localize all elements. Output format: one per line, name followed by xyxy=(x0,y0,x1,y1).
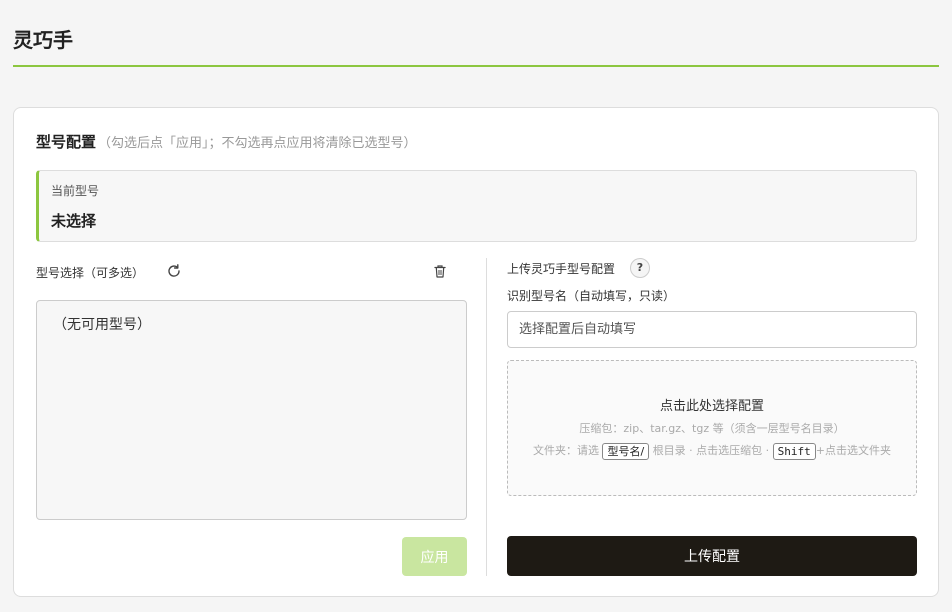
model-select-panel: 型号选择（可多选） （无可用型号） 应用 xyxy=(36,258,467,578)
dropzone-formats: 压缩包：zip、tar.gz、tgz 等（须含一层型号名目录） xyxy=(579,422,845,435)
upload-config-button[interactable]: 上传配置 xyxy=(507,536,917,576)
help-icon[interactable]: ? xyxy=(630,258,650,278)
dropzone-title: 点击此处选择配置 xyxy=(659,399,764,414)
trash-icon[interactable] xyxy=(432,263,448,279)
upload-panel: 上传灵巧手型号配置 ? 识别型号名（自动填写，只读） 点击此处选择配置 压缩包：… xyxy=(507,258,917,578)
section-title-text: 型号配置 xyxy=(36,133,97,151)
section-title: 型号配置 （勾选后点「应用」；不勾选再点应用将清除已选型号） xyxy=(36,131,417,152)
current-model-label: 当前型号 xyxy=(51,184,100,198)
current-model-value: 未选择 xyxy=(51,212,97,230)
model-name-input[interactable] xyxy=(507,311,917,348)
folder-hint-middle: 根目录 · 点击选压缩包 · xyxy=(652,444,770,457)
dropzone-folder-hint: 文件夹：请选 型号名/ 根目录 · 点击选压缩包 · Shift +点击选文件夹 xyxy=(508,442,916,460)
app-header: 灵巧手 xyxy=(13,0,939,67)
folder-hint-prefix: 文件夹：请选 xyxy=(532,444,599,457)
model-dir-kbd: 型号名/ xyxy=(602,442,650,460)
model-select-label: 型号选择（可多选） xyxy=(36,266,145,280)
shift-kbd: Shift xyxy=(772,442,816,460)
column-divider xyxy=(486,258,487,576)
model-config-card: 型号配置 （勾选后点「应用」；不勾选再点应用将清除已选型号） 当前型号 未选择 型… xyxy=(13,107,939,597)
model-list[interactable]: （无可用型号） xyxy=(36,300,467,520)
config-dropzone[interactable]: 点击此处选择配置 压缩包：zip、tar.gz、tgz 等（须含一层型号名目录）… xyxy=(507,360,917,496)
model-list-empty-text: （无可用型号） xyxy=(53,317,151,333)
current-model-box: 当前型号 未选择 xyxy=(36,170,917,242)
upload-title: 上传灵巧手型号配置 xyxy=(507,262,616,276)
folder-hint-suffix: +点击选文件夹 xyxy=(815,444,892,457)
app-title: 灵巧手 xyxy=(13,28,73,52)
apply-button[interactable]: 应用 xyxy=(402,537,467,576)
refresh-icon[interactable] xyxy=(166,263,182,279)
section-hint: （勾选后点「应用」；不勾选再点应用将清除已选型号） xyxy=(98,136,417,151)
model-name-label: 识别型号名（自动填写，只读） xyxy=(507,289,676,303)
